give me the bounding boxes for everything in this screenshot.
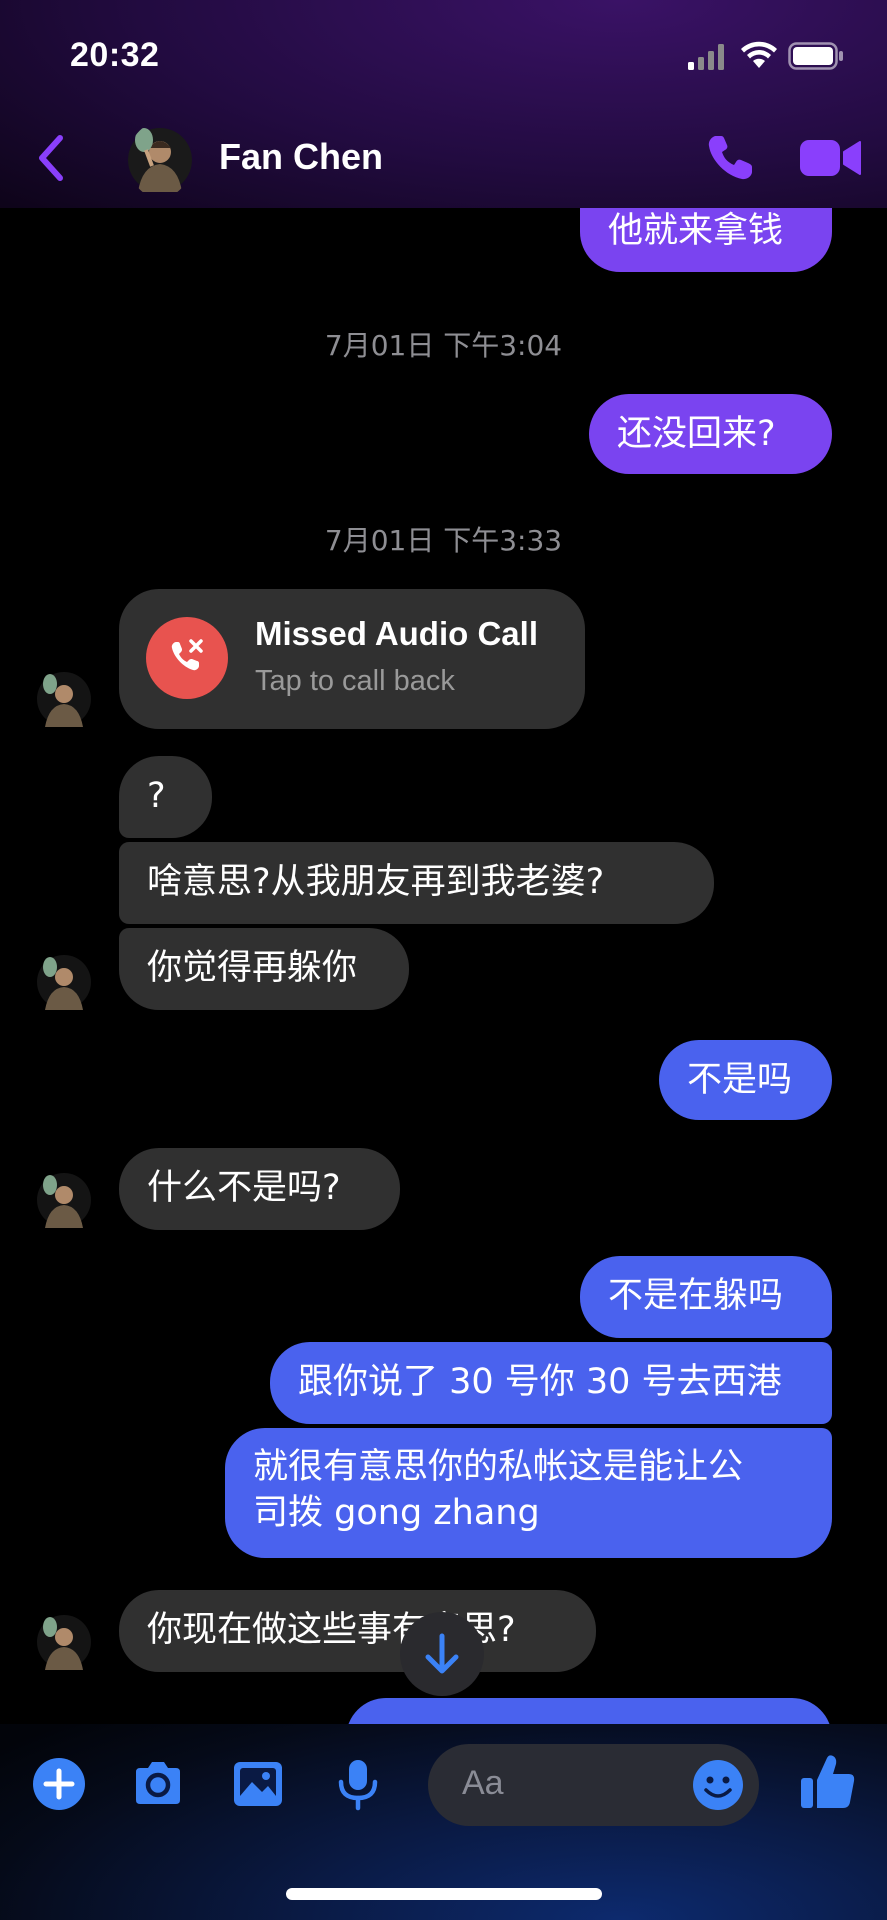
- message-text: 不是吗: [687, 1060, 793, 1100]
- message-text: 跟你说了 30 号你 30 号去西港: [298, 1362, 782, 1402]
- message-text: 啥意思?从我朋友再到我老婆?: [147, 862, 605, 902]
- wifi-icon: [741, 41, 777, 68]
- message-outgoing[interactable]: 不是在躲吗: [580, 1256, 832, 1338]
- message-outgoing[interactable]: 就很有意思你的私帐这是能让公 司拨 gong zhang: [225, 1428, 832, 1558]
- message-text: 还没回来?: [617, 414, 776, 454]
- battery-icon: [788, 42, 843, 70]
- message-outgoing[interactable]: 不是吗: [659, 1040, 832, 1120]
- message-incoming[interactable]: 什么不是吗?: [119, 1148, 400, 1230]
- message-input-placeholder: Aa: [462, 1764, 504, 1802]
- conversation-header: Fan Chen: [0, 118, 887, 208]
- missed-call-icon: [146, 617, 228, 699]
- home-indicator: [286, 1888, 602, 1900]
- message-outgoing[interactable]: 他就来拿钱: [580, 208, 832, 272]
- status-bar: 20:32: [0, 0, 887, 110]
- video-call-icon[interactable]: [798, 136, 862, 180]
- emoji-icon[interactable]: [691, 1758, 745, 1812]
- message-text: ?: [147, 776, 166, 816]
- message-composer: Aa: [0, 1724, 887, 1844]
- back-chevron-icon[interactable]: [34, 132, 68, 184]
- status-time: 20:32: [70, 36, 160, 74]
- message-outgoing[interactable]: 跟你说了 30 号你 30 号去西港: [270, 1342, 832, 1424]
- message-outgoing[interactable]: 还没回来?: [589, 394, 832, 474]
- message-list[interactable]: 他就来拿钱 7月01日 下午3:04 还没回来? 7月01日 下午3:33 Mi…: [0, 208, 887, 1724]
- message-outgoing-partial[interactable]: [346, 1698, 832, 1724]
- timestamp: 7月01日 下午3:04: [324, 329, 563, 362]
- missed-call-card[interactable]: Missed Audio Call Tap to call back: [119, 589, 585, 729]
- plus-icon[interactable]: [31, 1756, 87, 1812]
- cellular-signal-icon: [688, 44, 724, 70]
- message-incoming[interactable]: 啥意思?从我朋友再到我老婆?: [119, 842, 714, 924]
- sender-avatar[interactable]: [37, 1170, 91, 1230]
- missed-call-subtitle: Tap to call back: [255, 665, 455, 697]
- arrow-down-icon: [425, 1633, 459, 1674]
- message-text-line: 就很有意思你的私帐这是能让公: [253, 1447, 744, 1487]
- microphone-icon[interactable]: [330, 1756, 386, 1812]
- sender-avatar[interactable]: [37, 669, 91, 729]
- contact-avatar[interactable]: [128, 122, 192, 198]
- timestamp: 7月01日 下午3:33: [324, 524, 563, 557]
- thumbs-up-icon[interactable]: [799, 1752, 857, 1812]
- message-text: 你觉得再躲你: [147, 948, 358, 988]
- sender-avatar[interactable]: [37, 1612, 91, 1672]
- message-incoming[interactable]: 你现在做这些事有意思?: [119, 1590, 596, 1672]
- message-text: 不是在躲吗: [608, 1276, 784, 1316]
- sender-avatar[interactable]: [37, 952, 91, 1012]
- scroll-to-bottom-button[interactable]: [400, 1612, 484, 1696]
- message-incoming[interactable]: ?: [119, 756, 212, 838]
- message-text: 他就来拿钱: [608, 211, 784, 251]
- image-icon[interactable]: [230, 1756, 286, 1812]
- message-text-line: 司拨 gong zhang: [253, 1493, 540, 1533]
- audio-call-icon[interactable]: [704, 132, 756, 184]
- contact-name[interactable]: Fan Chen: [219, 136, 383, 178]
- message-incoming[interactable]: 你觉得再躲你: [119, 928, 409, 1010]
- missed-call-title: Missed Audio Call: [255, 615, 538, 652]
- message-text: 什么不是吗?: [147, 1168, 341, 1208]
- message-input[interactable]: Aa: [428, 1744, 759, 1826]
- camera-icon[interactable]: [130, 1756, 186, 1812]
